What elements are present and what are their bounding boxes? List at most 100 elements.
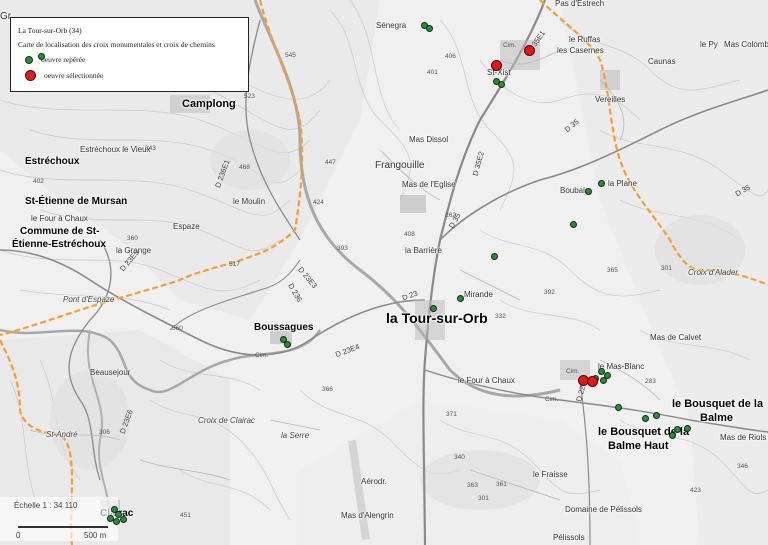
place-beausejour: Beausejour bbox=[90, 368, 131, 377]
cross-marker-repere[interactable] bbox=[669, 432, 676, 439]
red-dot-icon bbox=[25, 70, 36, 81]
scale-distance: 500 m bbox=[84, 531, 107, 540]
alt-523: 523 bbox=[244, 93, 255, 100]
alt-424: 424 bbox=[313, 199, 324, 206]
place-la-serre: la Serre bbox=[281, 431, 310, 440]
place-pas-estrech: Pas d'Estrech bbox=[555, 0, 605, 8]
cross-marker-repere[interactable] bbox=[600, 377, 607, 384]
place-frangouille: Frangouille bbox=[375, 160, 425, 171]
cross-marker-repere[interactable] bbox=[430, 305, 437, 312]
alt-332: 332 bbox=[495, 313, 506, 320]
place-le-py: le Py bbox=[700, 40, 718, 49]
alt-545: 545 bbox=[285, 52, 296, 59]
cross-marker-repere[interactable] bbox=[615, 404, 622, 411]
place-commune-2: Étienne-Estréchoux bbox=[12, 239, 106, 250]
place-cim-4: Cim. bbox=[545, 396, 559, 403]
alt-262: 262 bbox=[445, 212, 456, 219]
place-estrechoux-vieux: Estréchoux le Vieux bbox=[80, 145, 151, 154]
alt-402: 402 bbox=[33, 178, 44, 185]
cross-marker-repere[interactable] bbox=[498, 81, 505, 88]
alt-408: 408 bbox=[404, 231, 415, 238]
place-boussagues: Boussagues bbox=[254, 322, 314, 333]
legend-subtitle: Carte de localisation des croix monument… bbox=[18, 40, 215, 49]
place-camplong: Camplong bbox=[182, 98, 236, 110]
alt-371: 371 bbox=[446, 411, 457, 418]
place-cim-3: Cim. bbox=[566, 368, 580, 375]
legend-label-repere: oeuvre repérée bbox=[41, 55, 86, 64]
place-croix-clairac: Croix de Clairac bbox=[198, 416, 255, 425]
cross-marker-repere[interactable] bbox=[491, 253, 498, 260]
place-la-plane: la Plane bbox=[608, 179, 637, 188]
alt-365: 365 bbox=[607, 267, 618, 274]
place-mas-colomb: Mas Colomb bbox=[724, 40, 768, 49]
cross-marker-selected[interactable] bbox=[491, 60, 502, 71]
place-mirande: Mirande bbox=[464, 290, 493, 299]
place-le-fraisse: le Fraisse bbox=[533, 470, 568, 479]
alt-560: 560 bbox=[172, 325, 183, 332]
place-estrechoux: Estréchoux bbox=[25, 156, 80, 167]
alt-447: 447 bbox=[325, 159, 336, 166]
cross-marker-repere[interactable] bbox=[585, 188, 592, 195]
cross-marker-repere[interactable] bbox=[38, 53, 45, 60]
place-senegra: Sénegra bbox=[376, 21, 407, 30]
alt-517: 517 bbox=[229, 261, 240, 268]
alt-301: 301 bbox=[478, 495, 489, 502]
legend-item-repere: oeuvre repérée bbox=[25, 55, 85, 64]
cross-marker-repere[interactable] bbox=[598, 180, 605, 187]
scale-zero: 0 bbox=[16, 531, 21, 540]
alt-392: 392 bbox=[544, 289, 555, 296]
place-le-moulin: le Moulin bbox=[233, 197, 266, 206]
cross-marker-repere[interactable] bbox=[642, 415, 649, 422]
cross-marker-repere[interactable] bbox=[674, 426, 681, 433]
place-croix-alader: Croix d'Alader bbox=[688, 268, 738, 277]
alt-306: 306 bbox=[99, 429, 110, 436]
place-bousquet-haut-2: Balme Haut bbox=[608, 440, 669, 452]
legend-label-selectionne: oeuvre sélectionnée bbox=[44, 71, 104, 80]
green-dot-icon bbox=[25, 55, 33, 64]
alt-361: 361 bbox=[496, 481, 507, 488]
place-four-chaux-west: le Four à Chaux bbox=[31, 214, 88, 223]
cross-marker-repere[interactable] bbox=[653, 412, 660, 419]
cross-marker-repere[interactable] bbox=[570, 221, 577, 228]
map[interactable]: Camplong Frangouille Mas Dissol Mas de l… bbox=[0, 0, 768, 545]
place-le-ruffas: le Ruffas bbox=[569, 35, 601, 44]
place-st-etienne: St-Étienne de Mursan bbox=[25, 196, 128, 207]
alt-451: 451 bbox=[180, 512, 191, 519]
place-mas-alengrin: Mas d'Alengrin bbox=[341, 511, 394, 520]
place-la-tour-sur-orb: la Tour-sur-Orb bbox=[386, 310, 488, 326]
place-aerodrome: Aérodr. bbox=[361, 477, 387, 486]
place-commune-1: Commune de St- bbox=[20, 226, 100, 237]
place-bousquet-balme-2: Balme bbox=[700, 412, 734, 424]
place-mas-dissol: Mas Dissol bbox=[409, 135, 449, 144]
place-vereilles: Vereilles bbox=[595, 95, 626, 104]
alt-366: 366 bbox=[322, 386, 333, 393]
cross-marker-selected[interactable] bbox=[524, 45, 535, 56]
place-st-andre: St-André bbox=[46, 430, 78, 439]
legend-item-selectionne: oeuvre sélectionnée bbox=[25, 70, 103, 81]
cross-marker-repere[interactable] bbox=[426, 25, 433, 32]
place-cim-1: Cim. bbox=[503, 42, 517, 49]
legend-title: La Tour-sur-Orb (34) bbox=[18, 26, 82, 35]
alt-283: 283 bbox=[645, 378, 656, 385]
place-cim-2: Cim. bbox=[255, 352, 269, 359]
cross-marker-repere[interactable] bbox=[113, 518, 120, 525]
alt-406: 406 bbox=[445, 53, 456, 60]
alt-401: 401 bbox=[427, 69, 438, 76]
legend: La Tour-sur-Orb (34) Carte de localisati… bbox=[10, 17, 249, 92]
cross-marker-repere[interactable] bbox=[120, 516, 127, 523]
place-le-mas-blanc: le Mas-Blanc bbox=[598, 362, 645, 371]
alt-363: 363 bbox=[467, 482, 478, 489]
scale-bar bbox=[18, 526, 108, 528]
cross-marker-repere[interactable] bbox=[684, 425, 691, 432]
alt-423: 423 bbox=[690, 487, 701, 494]
cross-marker-repere[interactable] bbox=[284, 341, 291, 348]
alt-343: 343 bbox=[145, 145, 156, 152]
alt-468: 468 bbox=[239, 164, 250, 171]
cross-marker-repere[interactable] bbox=[457, 295, 464, 302]
place-pelissols: Pélissols bbox=[553, 533, 585, 542]
place-domaine-pelissols: Domaine de Pélissols bbox=[565, 505, 642, 514]
place-la-barriere: la Barrière bbox=[405, 246, 442, 255]
place-mas-eglise: Mas de l'Eglise bbox=[402, 180, 456, 189]
cross-marker-selected[interactable] bbox=[587, 376, 598, 387]
place-le-four-a-chaux: le Four à Chaux bbox=[458, 376, 515, 385]
